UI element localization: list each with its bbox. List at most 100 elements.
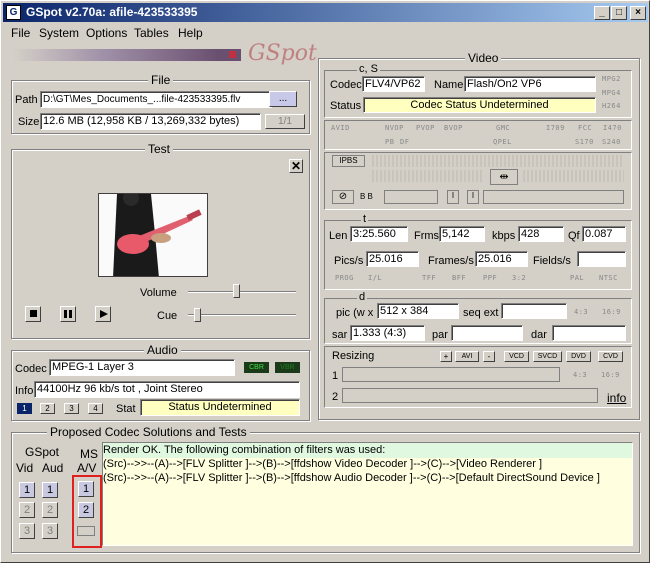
- ms-col-label: MS: [80, 447, 98, 461]
- t-label: t: [361, 213, 369, 225]
- ratio-169-flag: 16:9: [602, 308, 621, 316]
- video-status-label: Status: [330, 100, 362, 112]
- vbr-indicator: VBR: [275, 362, 300, 373]
- ms-av-2-button[interactable]: 2: [78, 502, 94, 518]
- bvop-flag: BVOP: [444, 124, 463, 132]
- ratio-43-flag: 4:3: [574, 308, 589, 316]
- len-field: 3:25.560: [350, 226, 408, 242]
- d-label: d: [357, 291, 368, 303]
- audio-stream-3[interactable]: 3: [64, 403, 79, 414]
- kbps-field: 428: [518, 226, 564, 242]
- audio-stat-field: Status Undetermined: [140, 399, 300, 416]
- proposed-group-label: Proposed Codec Solutions and Tests: [47, 425, 250, 439]
- pb-flag: PB: [385, 138, 395, 146]
- pvop-flag: PVOP: [416, 124, 435, 132]
- pic-label: pic (w x: [336, 307, 374, 319]
- avid-flag: AVID: [331, 124, 350, 132]
- browse-button[interactable]: ...: [269, 91, 297, 107]
- close-button[interactable]: ×: [630, 6, 646, 20]
- stop-button[interactable]: [25, 306, 41, 322]
- cs-label: c, S: [357, 63, 380, 75]
- nvop-flag: NVOP: [385, 124, 404, 132]
- gspot-aud-3-button[interactable]: 3: [42, 523, 58, 539]
- close-test-button[interactable]: ✕: [289, 159, 303, 173]
- info-link[interactable]: info: [607, 391, 626, 405]
- resize-vcd-button[interactable]: VCD: [504, 351, 529, 362]
- pause-icon: [64, 310, 72, 318]
- video-preview: [98, 193, 208, 277]
- resize-43-flag: 4:3: [573, 371, 588, 379]
- logo-gradient-bar: [13, 49, 241, 61]
- part-button[interactable]: 1/1: [265, 114, 305, 129]
- gspot-logo: GSpot: [248, 41, 317, 66]
- logo-red-square: [229, 51, 236, 58]
- kbps-label: kbps: [492, 230, 516, 242]
- minimize-button[interactable]: _: [594, 6, 610, 20]
- resize-cvd-button[interactable]: CVD: [598, 351, 623, 362]
- gspot-vid-1-button[interactable]: 1: [19, 482, 35, 498]
- video-status-field: Codec Status Undetermined: [363, 97, 596, 113]
- sar-label: sar: [332, 329, 348, 341]
- s240-flag: S240: [602, 138, 621, 146]
- audio-stream-4[interactable]: 4: [88, 403, 103, 414]
- title-bar[interactable]: G GSpot v2.70a: afile-423533395 _ □ ×: [3, 3, 648, 22]
- audio-codec-field: MPEG-1 Layer 3: [49, 359, 235, 376]
- sar-field: 1.333 (4:3): [350, 325, 425, 341]
- gspot-aud-2-button[interactable]: 2: [42, 502, 58, 518]
- menu-tables[interactable]: Tables: [134, 26, 169, 40]
- prog-flag: PROG: [335, 274, 354, 282]
- guitarist-thumbnail: [99, 194, 207, 276]
- cbr-indicator: CBR: [244, 362, 269, 373]
- seqext-field: [501, 303, 567, 319]
- menu-file[interactable]: File: [11, 26, 30, 40]
- menu-help[interactable]: Help: [178, 26, 203, 40]
- resize-row1-label: 1: [332, 370, 339, 382]
- resize-avi-button[interactable]: AVI: [455, 351, 479, 362]
- ms-av-1-button[interactable]: 1: [78, 481, 94, 497]
- resize-minus-button[interactable]: -: [483, 351, 495, 362]
- qpel-flag: QPEL: [493, 138, 512, 146]
- bb-indicator: B B: [360, 192, 373, 201]
- dar-field: [552, 325, 626, 341]
- maximize-button[interactable]: □: [611, 6, 627, 20]
- s170-flag: S170: [575, 138, 594, 146]
- cue-slider[interactable]: [194, 308, 202, 322]
- size-label: Size: [18, 116, 40, 128]
- h264-flag: H264: [602, 102, 621, 110]
- resize-row2-label: 2: [332, 391, 339, 403]
- gspot-vid-3-button[interactable]: 3: [19, 523, 35, 539]
- play-icon: [100, 310, 108, 318]
- gspot-col-label: GSpot: [25, 445, 60, 459]
- pause-button[interactable]: [60, 306, 76, 322]
- gspot-aud-1-button[interactable]: 1: [42, 482, 58, 498]
- volume-track: [188, 291, 296, 293]
- gmc-flag: GMC: [496, 124, 511, 132]
- tff-flag: TFF: [422, 274, 437, 282]
- audio-codec-label: Codec: [15, 363, 47, 375]
- audio-stream-1[interactable]: 1: [17, 403, 32, 414]
- aud-col-label: Aud: [42, 461, 64, 475]
- gop-nav-icon[interactable]: ⇹: [490, 169, 518, 185]
- resize-row2-field: [342, 388, 598, 403]
- gop-bar: [372, 155, 624, 167]
- gop-bar-2: [372, 170, 482, 182]
- gspot-vid-2-button[interactable]: 2: [19, 502, 35, 518]
- resize-dvd-button[interactable]: DVD: [566, 351, 591, 362]
- audio-stream-2[interactable]: 2: [40, 403, 55, 414]
- ppf-flag: PPF: [483, 274, 498, 282]
- resize-svcd-button[interactable]: SVCD: [533, 351, 562, 362]
- resize-plus-button[interactable]: +: [440, 351, 452, 362]
- path-field[interactable]: D:\GT\Mes_Documents_...file-423533395.fl…: [40, 91, 272, 108]
- menu-system[interactable]: System: [39, 26, 79, 40]
- resizing-label: Resizing: [332, 350, 375, 362]
- window-title: GSpot v2.70a: afile-423533395: [26, 5, 198, 19]
- gop-box-2: [483, 190, 624, 204]
- menu-options[interactable]: Options: [86, 26, 127, 40]
- test-group-label: Test: [145, 142, 174, 156]
- play-button[interactable]: [95, 306, 111, 322]
- vid-col-label: Vid: [16, 461, 34, 475]
- volume-slider[interactable]: [233, 284, 241, 298]
- qf-field: 0.087: [582, 226, 626, 242]
- pics-field: 25.016: [366, 251, 419, 267]
- cue-label: Cue: [157, 310, 178, 322]
